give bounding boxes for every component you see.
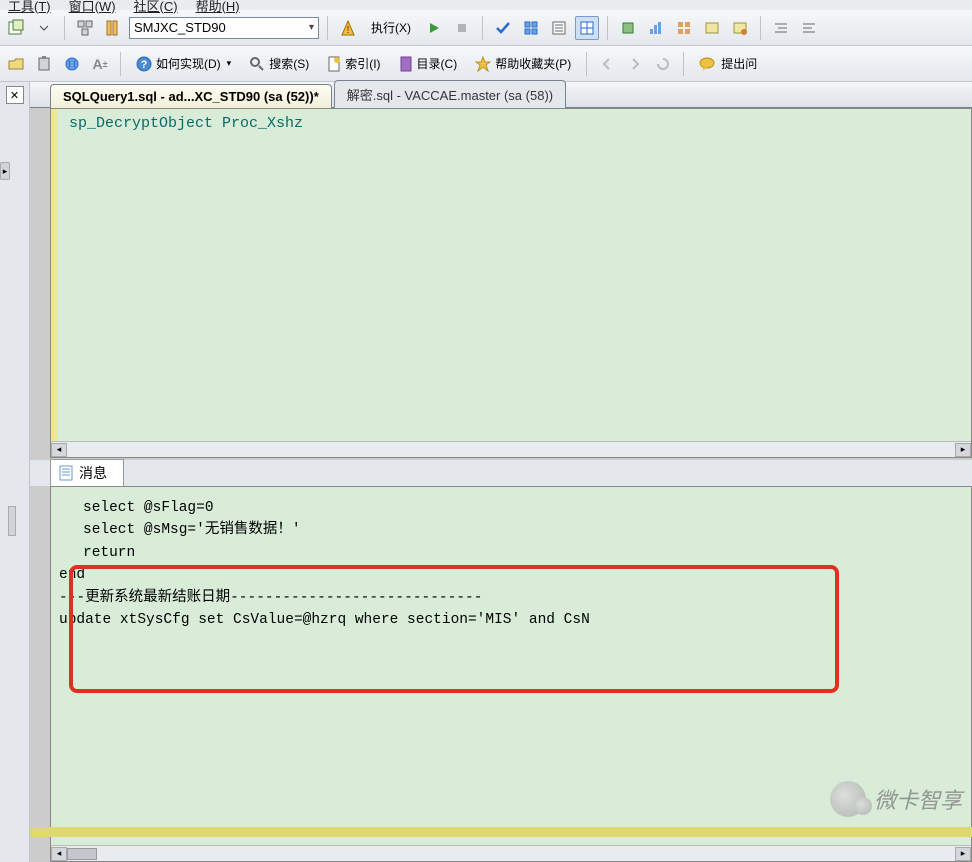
include-plan-icon[interactable]	[616, 16, 640, 40]
tab-active-label: SQLQuery1.sql - ad...XC_STD90 (sa (52))*	[63, 89, 319, 104]
content-pane: SQLQuery1.sql - ad...XC_STD90 (sa (52))*…	[30, 82, 972, 862]
registered-servers-icon[interactable]	[73, 16, 97, 40]
scroll-right-icon[interactable]: ▸	[955, 443, 971, 457]
search-icon	[249, 56, 265, 72]
dropdown-icon[interactable]	[32, 16, 56, 40]
paste-icon[interactable]	[32, 52, 56, 76]
book-icon	[399, 56, 413, 72]
stop-icon[interactable]	[450, 16, 474, 40]
open-folder-icon[interactable]	[4, 52, 28, 76]
messages-tab[interactable]: 消息	[50, 459, 124, 487]
tab-inactive-label: 解密.sql - VACCAE.master (sa (58))	[347, 88, 553, 103]
comment-icon	[699, 56, 717, 72]
svg-text:!: !	[347, 25, 350, 36]
execute-button[interactable]: 执行(X)	[364, 16, 418, 40]
editor-gutter	[51, 109, 57, 441]
search-label: 搜索(S)	[269, 55, 309, 72]
options-icon[interactable]	[728, 16, 752, 40]
main-menubar[interactable]: 工具(T) 窗口(W) 社区(C) 帮助(H)	[0, 0, 972, 10]
tab-sqlquery1[interactable]: SQLQuery1.sql - ad...XC_STD90 (sa (52))*	[50, 84, 332, 108]
refresh-icon[interactable]	[651, 52, 675, 76]
nav-back-icon[interactable]	[595, 52, 619, 76]
svg-text:?: ?	[141, 59, 148, 71]
play-icon[interactable]	[422, 16, 446, 40]
parse-icon[interactable]	[491, 16, 515, 40]
help-icon: ?	[136, 56, 152, 72]
message-doc-icon	[59, 465, 73, 481]
expand-handle-icon[interactable]: ▸	[0, 162, 10, 180]
main-area: ✕ ▸ SQLQuery1.sql - ad...XC_STD90 (sa (5…	[0, 82, 972, 862]
sql-editor[interactable]: sp_DecryptObject Proc_Xshz ◂ ▸	[50, 108, 972, 458]
menu-window[interactable]: 窗口(W)	[69, 0, 116, 15]
ask-question-button[interactable]: 提出问	[692, 52, 764, 76]
database-name: SMJXC_STD90	[134, 20, 226, 35]
watermark: 微卡智享	[830, 781, 962, 817]
left-sidebar-collapsed: ✕ ▸	[0, 82, 30, 862]
watermark-text: 微卡智享	[874, 783, 962, 815]
close-tab-icon[interactable]: ✕	[6, 86, 24, 104]
messages-output[interactable]: select @sFlag=0 select @sMsg='无销售数据！' re…	[51, 487, 971, 632]
splitter-handle[interactable]	[8, 506, 16, 536]
status-bar	[30, 827, 972, 837]
tab-decrypt-sql[interactable]: 解密.sql - VACCAE.master (sa (58))	[334, 80, 566, 108]
nav-forward-icon[interactable]	[623, 52, 647, 76]
toolbar-row-1: SMJXC_STD90 ! 执行(X)	[0, 10, 972, 46]
editor-code[interactable]: sp_DecryptObject Proc_Xshz	[51, 109, 971, 132]
star-icon	[475, 56, 491, 72]
wechat-icon	[830, 781, 866, 817]
indent-icon[interactable]	[769, 16, 793, 40]
execute-label: 执行(X)	[371, 19, 411, 36]
display-plan-icon[interactable]	[519, 16, 543, 40]
new-query-icon[interactable]	[4, 16, 28, 40]
contents-label: 目录(C)	[417, 55, 458, 72]
howto-label: 如何实现(D)	[156, 55, 221, 72]
results-text-icon[interactable]	[547, 16, 571, 40]
client-stats-icon[interactable]	[672, 16, 696, 40]
menu-tools[interactable]: 工具(T)	[8, 0, 51, 15]
editor-scrollbar-horizontal[interactable]: ◂ ▸	[51, 441, 971, 457]
index-label: 索引(I)	[345, 55, 380, 72]
scroll-left-icon[interactable]: ◂	[51, 847, 67, 861]
execute-warning-icon[interactable]: !	[336, 16, 360, 40]
document-tabs: SQLQuery1.sql - ad...XC_STD90 (sa (52))*…	[30, 82, 972, 108]
toolbar-row-2: A± ? 如何实现(D) ▾ 搜索(S) 索引(I) 目录(C) 帮助收藏夹(P…	[0, 46, 972, 82]
menu-community[interactable]: 社区(C)	[134, 0, 178, 15]
database-selector[interactable]: SMJXC_STD90	[129, 17, 319, 39]
index-button[interactable]: 索引(I)	[320, 52, 387, 76]
index-icon	[327, 56, 341, 72]
search-button[interactable]: 搜索(S)	[242, 52, 316, 76]
howto-button[interactable]: ? 如何实现(D) ▾	[129, 52, 238, 76]
globe-icon[interactable]	[60, 52, 84, 76]
outdent-icon[interactable]	[797, 16, 821, 40]
contents-button[interactable]: 目录(C)	[392, 52, 465, 76]
results-grid-icon[interactable]	[575, 16, 599, 40]
favorites-button[interactable]: 帮助收藏夹(P)	[468, 52, 578, 76]
ask-label: 提出问	[721, 55, 757, 72]
menu-help[interactable]: 帮助(H)	[196, 0, 240, 15]
object-explorer-icon[interactable]	[101, 16, 125, 40]
messages-scrollbar-horizontal[interactable]: ◂ ▸	[51, 845, 971, 861]
font-size-icon[interactable]: A±	[88, 52, 112, 76]
sqlcmd-icon[interactable]	[700, 16, 724, 40]
include-stats-icon[interactable]	[644, 16, 668, 40]
scroll-left-icon[interactable]: ◂	[51, 443, 67, 457]
favorites-label: 帮助收藏夹(P)	[495, 55, 571, 72]
messages-tab-label: 消息	[79, 463, 107, 483]
scroll-right-icon[interactable]: ▸	[955, 847, 971, 861]
results-tabs: 消息	[30, 460, 972, 486]
